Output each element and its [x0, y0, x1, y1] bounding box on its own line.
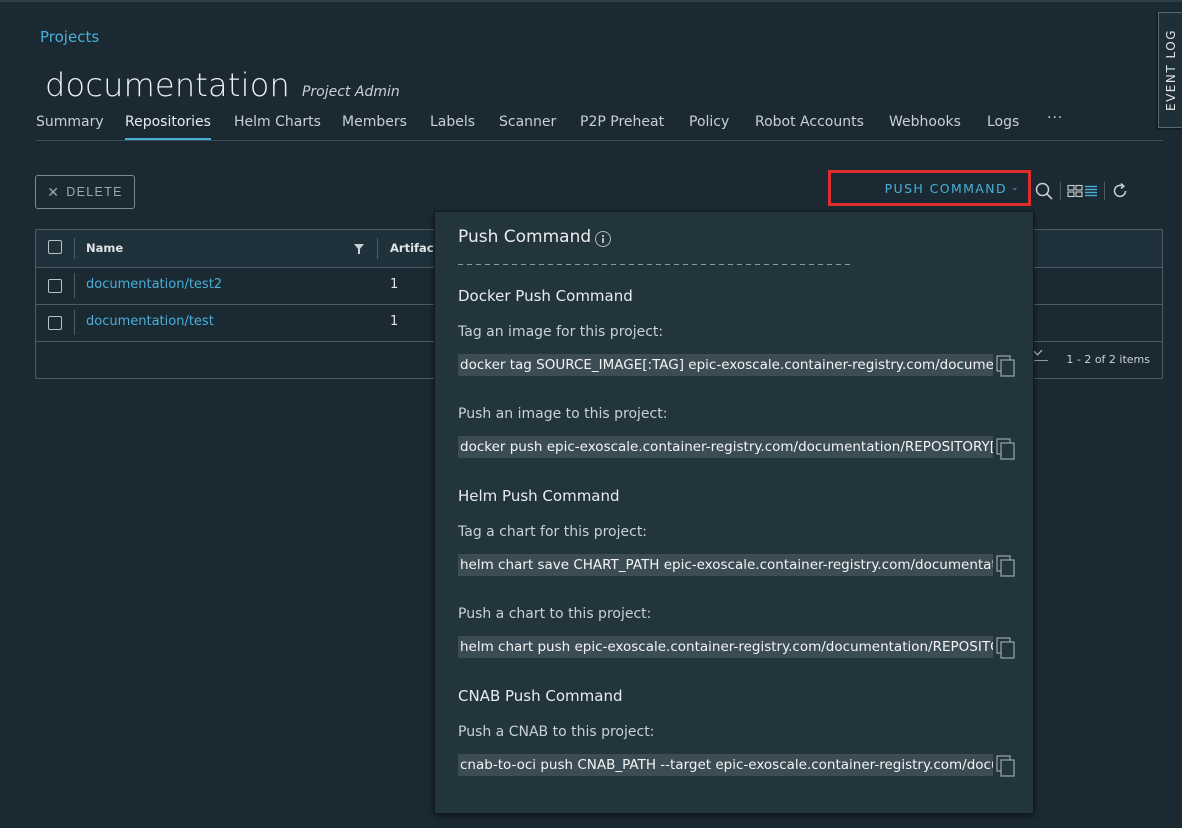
page-title: documentation	[45, 66, 290, 104]
docker-push-label: Push an image to this project:	[458, 406, 668, 422]
tab-policy[interactable]: Policy	[689, 114, 729, 139]
breadcrumb-projects[interactable]: Projects	[40, 28, 99, 46]
pagination-count: 1 - 2 of 2 items	[1066, 353, 1150, 366]
push-command-title: Push Command	[458, 227, 592, 247]
tab-summary[interactable]: Summary	[36, 114, 104, 139]
refresh-button[interactable]	[1111, 180, 1129, 202]
tab-repositories[interactable]: Repositories	[125, 114, 211, 140]
helm-tag-command-text: helm chart save CHART_PATH epic-exoscale…	[460, 557, 993, 573]
helm-push-label: Push a chart to this project:	[458, 606, 652, 622]
helm-push-command-text: helm chart push epic-exoscale.container-…	[460, 639, 993, 655]
title-row: documentation Project Admin	[45, 66, 400, 104]
project-tabs: Summary Repositories Helm Charts Members…	[36, 110, 1163, 141]
row-checkbox[interactable]	[48, 279, 62, 293]
tab-webhooks[interactable]: Webhooks	[889, 114, 961, 139]
docker-push-command[interactable]: docker push epic-exoscale.container-regi…	[458, 436, 993, 458]
docker-tag-label: Tag an image for this project:	[458, 324, 664, 340]
dashed-divider	[458, 264, 850, 265]
push-command-label: PUSH COMMAND	[884, 180, 1008, 196]
page-size-select[interactable]	[1032, 346, 1048, 361]
cnab-push-command[interactable]: cnab-to-oci push CNAB_PATH --target epic…	[458, 754, 993, 776]
helm-push-command[interactable]: helm chart push epic-exoscale.container-…	[458, 636, 993, 658]
tab-logs[interactable]: Logs	[987, 114, 1019, 139]
artifact-count: 1	[390, 314, 399, 329]
cnab-push-label: Push a CNAB to this project:	[458, 724, 655, 740]
repository-link[interactable]: documentation/test	[86, 314, 214, 329]
row-checkbox[interactable]	[48, 316, 62, 330]
helm-section-title: Helm Push Command	[458, 487, 620, 505]
tab-scanner[interactable]: Scanner	[499, 114, 556, 139]
push-command-title-row: Push Command	[458, 227, 612, 247]
column-divider	[74, 273, 75, 298]
helm-tag-command[interactable]: helm chart save CHART_PATH epic-exoscale…	[458, 554, 993, 576]
toolbar-divider	[1060, 182, 1061, 200]
event-log-label: EVENT LOG	[1164, 29, 1178, 111]
column-header-artifacts[interactable]: Artifact	[390, 241, 439, 255]
docker-tag-command[interactable]: docker tag SOURCE_IMAGE[:TAG] epic-exosc…	[458, 354, 993, 376]
column-divider	[74, 310, 75, 335]
helm-tag-label: Tag a chart for this project:	[458, 524, 648, 540]
event-log-toggle[interactable]: EVENT LOG	[1158, 12, 1182, 128]
cnab-section-title: CNAB Push Command	[458, 687, 623, 705]
list-view-icon	[1085, 185, 1097, 197]
column-divider	[74, 238, 75, 259]
docker-tag-command-text: docker tag SOURCE_IMAGE[:TAG] epic-exosc…	[460, 357, 993, 373]
copy-icon[interactable]	[995, 754, 1017, 778]
tab-robot-accounts[interactable]: Robot Accounts	[755, 114, 864, 139]
card-view-icon	[1067, 184, 1083, 198]
chevron-down-icon: ⌄	[1011, 183, 1020, 193]
tab-members[interactable]: Members	[342, 114, 407, 139]
search-icon	[1035, 182, 1053, 200]
filter-icon[interactable]	[354, 244, 364, 254]
copy-icon[interactable]	[995, 554, 1017, 578]
delete-button[interactable]: ✕ DELETE	[35, 175, 135, 209]
push-command-dropdown: Push Command Docker Push Command Tag an …	[434, 211, 1034, 814]
select-all-checkbox[interactable]	[48, 240, 62, 254]
info-icon[interactable]	[595, 230, 612, 247]
top-border	[0, 0, 1182, 2]
delete-label: DELETE	[66, 185, 123, 199]
refresh-icon	[1113, 182, 1127, 198]
push-command-button[interactable]: PUSH COMMAND ⌄	[828, 170, 1031, 206]
tab-p2p-preheat[interactable]: P2P Preheat	[580, 114, 664, 139]
artifact-count: 1	[390, 277, 399, 292]
column-header-name[interactable]: Name	[86, 241, 123, 255]
docker-section-title: Docker Push Command	[458, 287, 633, 305]
repository-link[interactable]: documentation/test2	[86, 277, 222, 292]
toolbar-divider	[1104, 182, 1105, 200]
copy-icon[interactable]	[995, 354, 1017, 378]
search-button[interactable]	[1034, 180, 1054, 202]
project-role: Project Admin	[301, 84, 400, 100]
tab-helm-charts[interactable]: Helm Charts	[234, 114, 321, 139]
column-divider	[377, 238, 378, 259]
tab-labels[interactable]: Labels	[430, 114, 475, 139]
copy-icon[interactable]	[995, 636, 1017, 660]
close-icon: ✕	[47, 183, 61, 200]
list-view-button[interactable]	[1084, 180, 1098, 202]
cnab-push-command-text: cnab-to-oci push CNAB_PATH --target epic…	[460, 757, 993, 773]
card-view-button[interactable]	[1067, 180, 1083, 202]
docker-push-command-text: docker push epic-exoscale.container-regi…	[460, 439, 993, 455]
copy-icon[interactable]	[995, 437, 1017, 461]
tab-more-menu[interactable]: ···	[1047, 110, 1063, 135]
